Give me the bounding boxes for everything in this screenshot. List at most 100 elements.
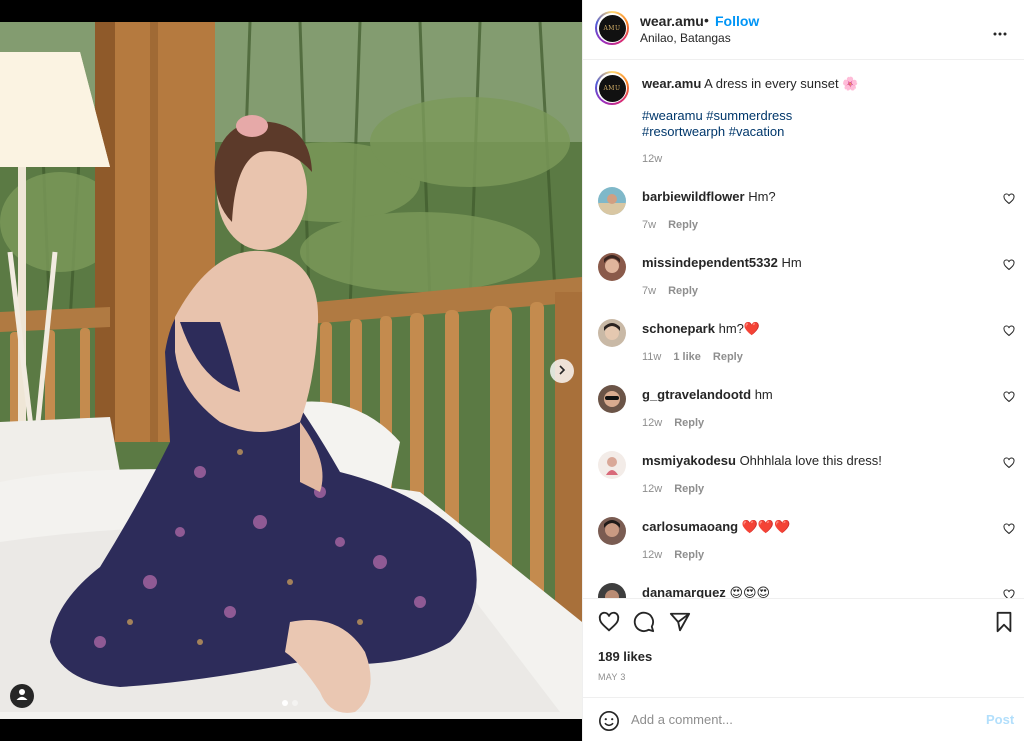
- bookmark-icon: [994, 611, 1014, 637]
- comment-body: hm?❤️: [718, 321, 761, 336]
- comment-like-button[interactable]: [1003, 258, 1015, 276]
- comment-username[interactable]: danamarquez: [642, 585, 726, 598]
- emoji-button[interactable]: [598, 710, 620, 737]
- comment-time[interactable]: 12w: [642, 483, 662, 495]
- comment-row: g_gtravelandootd hm 12w Reply: [583, 385, 1024, 451]
- post-comment-button[interactable]: Post: [986, 712, 1014, 727]
- follow-button[interactable]: Follow: [715, 13, 759, 29]
- comment-avatar[interactable]: [598, 319, 626, 347]
- reply-button[interactable]: Reply: [668, 285, 698, 297]
- comment-text: carlosumaoang ❤️❤️❤️: [642, 519, 790, 535]
- comment-username[interactable]: barbiewildflower: [642, 189, 745, 204]
- comment-body: Hm?: [748, 189, 776, 204]
- caption-timestamp[interactable]: 12w: [642, 153, 662, 165]
- comment-time[interactable]: 7w: [642, 219, 656, 231]
- comment-like-button[interactable]: [1003, 390, 1015, 408]
- avatar-logo-text: AMU: [598, 74, 626, 102]
- comment-username[interactable]: g_gtravelandootd: [642, 387, 751, 402]
- comment-icon: [633, 611, 655, 637]
- comment-avatar[interactable]: [598, 583, 626, 598]
- post-photo[interactable]: [0, 22, 582, 719]
- separator-dot: •: [704, 12, 709, 28]
- comment-time[interactable]: 12w: [642, 417, 662, 429]
- comment-like-count[interactable]: 1 like: [673, 351, 701, 363]
- post-location[interactable]: Anilao, Batangas: [640, 31, 731, 45]
- reply-button[interactable]: Reply: [674, 549, 704, 561]
- comment-body: hm: [754, 387, 773, 402]
- carousel-dot: [292, 700, 298, 706]
- comment-time[interactable]: 11w: [642, 351, 661, 363]
- comment-time[interactable]: 7w: [642, 285, 656, 297]
- post-username[interactable]: wear.amu: [640, 13, 704, 29]
- heart-icon: [1003, 390, 1015, 407]
- comments-list[interactable]: AMU wear.amu A dress in every sunset 🌸 #…: [583, 61, 1024, 598]
- comment-avatar[interactable]: [598, 451, 626, 479]
- avatar[interactable]: AMU: [595, 11, 629, 45]
- post-side-panel: AMU wear.amu • Follow Anilao, Batangas A…: [582, 0, 1024, 741]
- comment-avatar[interactable]: [598, 187, 626, 215]
- heart-icon: [1003, 456, 1015, 473]
- post-header: AMU wear.amu • Follow Anilao, Batangas: [583, 0, 1024, 60]
- comment-username[interactable]: schonepark: [642, 321, 715, 336]
- carousel-next-button[interactable]: [550, 359, 574, 383]
- reply-button[interactable]: Reply: [713, 351, 743, 363]
- post-date[interactable]: MAY 3: [598, 672, 626, 682]
- comment-meta: 7w Reply: [642, 219, 698, 231]
- comment-like-button[interactable]: [1003, 522, 1015, 540]
- comment-text: msmiyakodesu Ohhhlala love this dress!: [642, 453, 882, 469]
- comment-like-button[interactable]: [1003, 192, 1015, 210]
- more-options-button[interactable]: [993, 20, 1007, 41]
- comment-text: barbiewildflower Hm?: [642, 189, 776, 205]
- comment-row: barbiewildflower Hm? 7w Reply: [583, 187, 1024, 253]
- comment-meta: 12w Reply: [642, 417, 704, 429]
- reply-button[interactable]: Reply: [674, 483, 704, 495]
- comment-body: Hm: [781, 255, 802, 270]
- comment-body: Ohhhlala love this dress!: [739, 453, 882, 468]
- comment-like-button[interactable]: [1003, 588, 1015, 598]
- save-button[interactable]: [994, 611, 1014, 638]
- caption-text: wear.amu A dress in every sunset 🌸: [642, 76, 858, 92]
- comment-meta: 12w Reply: [642, 549, 704, 561]
- comment-avatar[interactable]: [598, 385, 626, 413]
- reply-button[interactable]: Reply: [668, 219, 698, 231]
- caption-username[interactable]: wear.amu: [642, 76, 701, 91]
- post-media: [0, 0, 582, 741]
- comment-avatar[interactable]: [598, 517, 626, 545]
- heart-icon: [1003, 522, 1015, 539]
- add-comment-bar: Post: [583, 697, 1024, 741]
- comment-row: danamarquez 😍😍😍: [583, 583, 1024, 598]
- tagged-users-button[interactable]: [10, 684, 34, 708]
- share-icon: [669, 612, 691, 637]
- caption-avatar[interactable]: AMU: [595, 71, 629, 105]
- comment-like-button[interactable]: [1003, 456, 1015, 474]
- comment-time[interactable]: 12w: [642, 549, 662, 561]
- comment-username[interactable]: msmiyakodesu: [642, 453, 736, 468]
- comment-username[interactable]: missindependent5332: [642, 255, 778, 270]
- heart-icon: [1003, 258, 1015, 275]
- user-tag-icon: [15, 687, 29, 706]
- comment-input[interactable]: [631, 708, 971, 730]
- comment-like-button[interactable]: [1003, 324, 1015, 342]
- comment-row: carlosumaoang ❤️❤️❤️ 12w Reply: [583, 517, 1024, 583]
- comment-row: missindependent5332 Hm 7w Reply: [583, 253, 1024, 319]
- comment-username[interactable]: carlosumaoang: [642, 519, 738, 534]
- heart-icon: [1003, 588, 1015, 598]
- hashtags-line-1[interactable]: #wearamu #summerdress: [642, 108, 842, 124]
- like-button[interactable]: [598, 611, 620, 638]
- carousel-indicator: [282, 700, 298, 706]
- comment-avatar[interactable]: [598, 253, 626, 281]
- caption-hashtags: #wearamu #summerdress #resortwearph #vac…: [642, 108, 842, 140]
- share-button[interactable]: [669, 611, 691, 638]
- comment-text: danamarquez 😍😍😍: [642, 585, 770, 598]
- comment-body: ❤️❤️❤️: [741, 519, 791, 534]
- likes-count[interactable]: 189 likes: [598, 649, 652, 664]
- comment-row: schonepark hm?❤️ 11w 1 like Reply: [583, 319, 1024, 385]
- comment-text: g_gtravelandootd hm: [642, 387, 773, 403]
- caption-body: A dress in every sunset 🌸: [704, 76, 859, 91]
- hashtags-line-2[interactable]: #resortwearph #vacation: [642, 124, 842, 140]
- comment-button[interactable]: [633, 611, 655, 638]
- carousel-dot-active: [282, 700, 288, 706]
- comment-meta: 7w Reply: [642, 285, 698, 297]
- reply-button[interactable]: Reply: [674, 417, 704, 429]
- comment-body: 😍😍😍: [729, 585, 771, 598]
